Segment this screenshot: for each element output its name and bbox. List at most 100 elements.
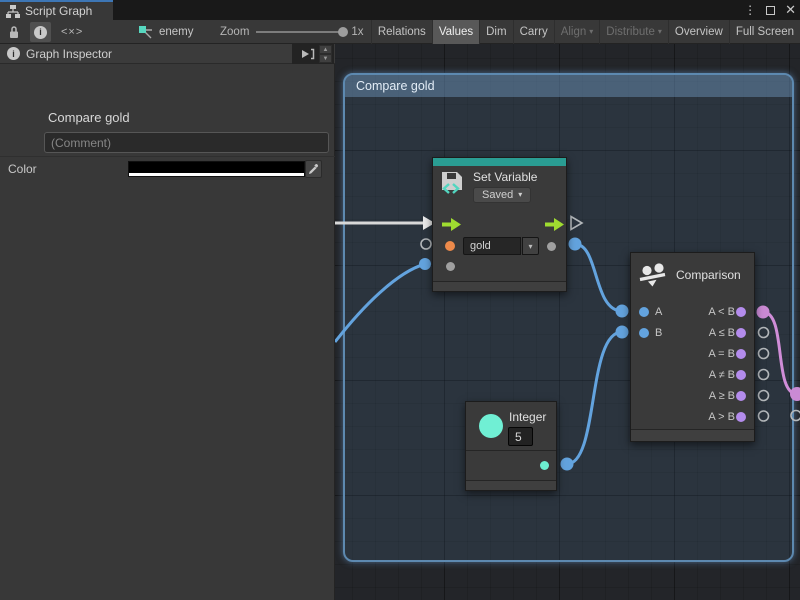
flow-out-port[interactable]	[545, 218, 564, 231]
values-label: Values	[439, 26, 473, 38]
info-icon: i	[34, 26, 47, 39]
port-point-setvariable-value-in[interactable]	[419, 258, 431, 270]
input-a-port[interactable]	[639, 307, 649, 317]
port-point-greaterequal[interactable]	[759, 391, 769, 401]
color-swatch[interactable]	[128, 161, 305, 177]
set-variable-header: Set Variable Saved ▾	[439, 170, 537, 203]
comment-input[interactable]	[44, 132, 329, 153]
spinner-down-button[interactable]: ▼	[319, 54, 332, 63]
port-point-offscreen-2[interactable]	[791, 411, 800, 421]
output-lessequal-label: A ≤ B	[709, 327, 735, 339]
zoom-slider[interactable]	[256, 31, 344, 33]
wire-setvariable-value-in	[335, 264, 425, 342]
wire-integer-to-b	[567, 332, 622, 464]
output-greaterequal-port[interactable]	[736, 391, 746, 401]
integer-icon	[479, 414, 503, 438]
dim-button[interactable]: Dim	[479, 20, 512, 44]
align-button[interactable]: Align ▾	[554, 20, 600, 44]
values-button[interactable]: Values	[432, 20, 479, 44]
title-bar: Script Graph ⋮ ✕	[0, 0, 800, 20]
distribute-button[interactable]: Distribute ▾	[599, 20, 668, 44]
carry-button[interactable]: Carry	[513, 20, 554, 44]
overview-button[interactable]: Overview	[668, 20, 729, 44]
node-title: Set Variable	[473, 170, 537, 184]
port-point-setvariable-out[interactable]	[569, 238, 582, 251]
comparison-row: A A < B	[631, 304, 756, 320]
close-icon[interactable]: ✕	[785, 0, 796, 20]
node-title: Integer	[509, 410, 546, 424]
output-less-port[interactable]	[736, 307, 746, 317]
alpha-bar	[129, 173, 304, 176]
port-point-less-out[interactable]	[757, 306, 770, 319]
color-field-label: Color	[8, 162, 37, 176]
toolbar-left-group: i <×>	[4, 20, 87, 44]
variable-name-port[interactable]	[445, 241, 455, 251]
maximize-icon[interactable]	[766, 6, 775, 15]
carry-label: Carry	[520, 26, 548, 38]
dock-panel-button[interactable]	[300, 48, 316, 60]
variable-name-caret[interactable]: ▾	[522, 237, 539, 255]
chevron-down-icon: ▾	[658, 28, 662, 36]
eyedropper-icon	[308, 163, 320, 175]
node-divider	[466, 450, 556, 451]
align-label: Align	[561, 26, 587, 38]
input-a-label: A	[655, 306, 662, 318]
toolbar-buttons: Relations Values Dim Carry Align ▾ Distr…	[371, 20, 800, 44]
graph-breadcrumb[interactable]: enemy	[138, 20, 194, 44]
output-notequal-port[interactable]	[736, 370, 746, 380]
variable-scope-value: Saved	[482, 189, 513, 201]
port-point-comparison-b[interactable]	[616, 326, 629, 339]
save-variable-icon	[439, 170, 465, 197]
zoom-slider-handle[interactable]	[338, 27, 348, 37]
window-menu-icon[interactable]: ⋮	[744, 0, 756, 20]
set-variable-title-block: Set Variable Saved ▾	[473, 170, 537, 203]
port-point-setvariable-name[interactable]	[421, 239, 431, 249]
node-integer[interactable]: Integer 5	[465, 401, 557, 491]
output-lessequal-port[interactable]	[736, 328, 746, 338]
fullscreen-label: Full Screen	[736, 26, 794, 38]
eyedropper-button[interactable]	[305, 160, 322, 178]
relations-button[interactable]: Relations	[371, 20, 432, 44]
output-less-label: A < B	[708, 306, 735, 318]
integer-output-port[interactable]	[540, 461, 549, 470]
input-b-port[interactable]	[639, 328, 649, 338]
port-point-equal[interactable]	[759, 349, 769, 359]
node-title: Comparison	[676, 268, 741, 282]
chevron-down-icon: ▾	[589, 28, 593, 36]
port-point-offscreen-in[interactable]	[790, 387, 800, 401]
graph-canvas[interactable]: Compare gold	[335, 44, 800, 600]
spinner-up-button[interactable]: ▲	[319, 45, 332, 54]
comparison-row: A ≥ B	[631, 388, 756, 404]
port-point-flow-out[interactable]	[571, 217, 582, 230]
output-equal-port[interactable]	[736, 349, 746, 359]
dim-label: Dim	[486, 26, 506, 38]
variable-output-port[interactable]	[547, 242, 556, 251]
lock-button[interactable]	[4, 22, 24, 42]
port-point-greater[interactable]	[759, 411, 769, 421]
node-comparison[interactable]: Comparison A A < B B A ≤ B A = B A ≠ B	[630, 252, 755, 442]
variable-value-port[interactable]	[446, 262, 455, 271]
output-greaterequal-label: A ≥ B	[709, 390, 735, 402]
inspector-divider	[0, 156, 335, 157]
output-greater-port[interactable]	[736, 412, 746, 422]
info-icon: i	[7, 47, 20, 60]
port-point-integer-out[interactable]	[561, 458, 574, 471]
integer-value-input[interactable]: 5	[508, 427, 533, 446]
chevron-down-icon: ▾	[518, 191, 522, 199]
port-point-notequal[interactable]	[759, 370, 769, 380]
variable-scope-dropdown[interactable]: Saved ▾	[473, 187, 531, 203]
port-point-comparison-a[interactable]	[616, 305, 629, 318]
comparison-icon	[639, 262, 668, 287]
flow-in-port[interactable]	[442, 218, 461, 231]
inspect-toggle-button[interactable]: i	[30, 22, 51, 42]
node-footer	[466, 480, 556, 490]
fullscreen-button[interactable]: Full Screen	[729, 20, 800, 44]
comparison-row: A ≠ B	[631, 367, 756, 383]
graph-inspector-panel: i Graph Inspector ▲ ▼ Compare gold Color	[0, 44, 335, 600]
port-point-lessequal[interactable]	[759, 328, 769, 338]
variable-name-dropdown[interactable]: gold	[463, 237, 521, 255]
comparison-row: A = B	[631, 346, 756, 362]
code-view-button[interactable]: <×>	[57, 22, 87, 42]
node-set-variable[interactable]: Set Variable Saved ▾ gold ▾	[432, 157, 567, 292]
tab-script-graph[interactable]: Script Graph	[0, 0, 113, 20]
